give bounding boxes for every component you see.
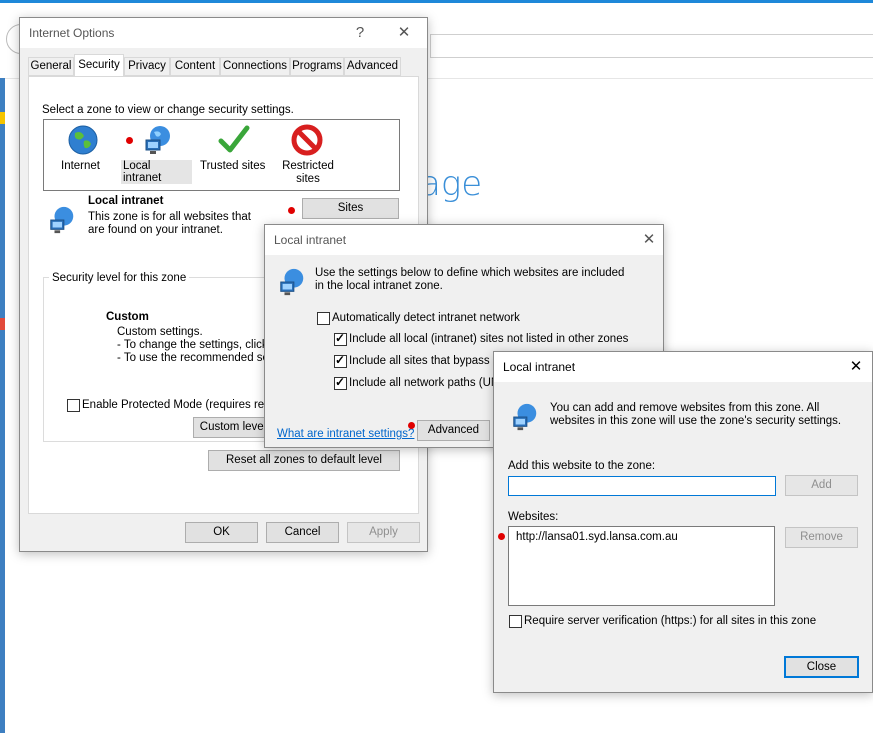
ok-button[interactable]: OK — [185, 522, 258, 543]
protected-mode-label: Enable Protected Mode (requires resta — [82, 399, 280, 411]
include-unc-label: Include all network paths (UNC — [349, 377, 508, 389]
intranet-globe-icon — [280, 268, 304, 296]
tab-advanced[interactable]: Advanced — [344, 57, 401, 76]
include-local-checkbox[interactable] — [334, 331, 347, 346]
tab-content[interactable]: Content — [170, 57, 220, 76]
close-button[interactable]: ✕ — [842, 356, 870, 378]
desktop-icon-sliver — [0, 318, 5, 330]
zone-label: Local intranet — [121, 160, 192, 184]
security-level-label: Security level for this zone — [49, 272, 190, 284]
custom-line: Custom settings. — [117, 326, 203, 338]
require-https-checkbox[interactable] — [509, 615, 522, 628]
zone-internet[interactable]: Internet — [52, 124, 112, 184]
auto-detect-checkbox[interactable] — [317, 312, 330, 325]
annotation-dot — [288, 207, 295, 214]
zone-label: Internet — [61, 160, 100, 172]
zone-local-intranet[interactable]: Local intranet — [120, 124, 192, 184]
address-bar[interactable] — [430, 34, 873, 58]
intranet-globe-icon — [50, 206, 74, 234]
protected-mode-checkbox[interactable] — [67, 399, 80, 412]
desktop-edge — [0, 78, 5, 733]
require-https-label: Require server verification (https:) for… — [524, 615, 817, 627]
selected-zone-description: This zone is for all websites that are f… — [88, 211, 251, 236]
apply-button[interactable]: Apply — [347, 522, 420, 543]
auto-detect-label: Automatically detect intranet network — [332, 312, 520, 324]
websites-label: Websites: — [508, 511, 559, 523]
title-bar: Internet Options ? ✕ — [20, 18, 427, 48]
zone-list: Internet Local intranet Trusted sites Re… — [43, 119, 400, 191]
tab-general[interactable]: General — [28, 57, 74, 76]
restricted-icon — [291, 124, 323, 156]
tab-connections[interactable]: Connections — [220, 57, 290, 76]
tab-programs[interactable]: Programs — [290, 57, 344, 76]
zone-label: Restricted sites — [282, 160, 334, 185]
close-dialog-button[interactable]: Close — [784, 656, 859, 678]
intranet-globe-icon — [145, 126, 170, 154]
checkmark-icon — [218, 125, 250, 153]
dialog-description: Use the settings below to define which w… — [315, 267, 625, 292]
dialog-title: Local intranet — [274, 233, 347, 247]
sites-dialog: Local intranet ✕ You can add and remove … — [493, 351, 873, 693]
custom-line: - To change the settings, click C — [117, 339, 280, 351]
include-unc-checkbox[interactable] — [334, 375, 347, 390]
dialog-description: You can add and remove websites from thi… — [550, 402, 842, 427]
reset-zones-button[interactable]: Reset all zones to default level — [208, 450, 400, 471]
add-website-label: Add this website to the zone: — [508, 460, 656, 472]
intranet-globe-icon — [513, 403, 537, 431]
annotation-dot — [408, 422, 415, 429]
selected-zone-title: Local intranet — [88, 195, 164, 207]
custom-line: - To use the recommended sett — [117, 352, 276, 364]
include-bypass-label: Include all sites that bypass th — [349, 355, 503, 367]
remove-button[interactable]: Remove — [785, 527, 858, 548]
desktop-icon-sliver — [0, 112, 5, 124]
custom-title: Custom — [106, 311, 149, 323]
title-bar: Local intranet ✕ — [494, 352, 872, 382]
close-button[interactable]: ✕ — [390, 22, 418, 44]
window-title: Internet Options — [29, 26, 115, 40]
zone-label: Trusted sites — [200, 160, 266, 172]
intranet-settings-link[interactable]: What are intranet settings? — [277, 428, 414, 440]
annotation-dot — [498, 533, 505, 540]
tab-security[interactable]: Security — [74, 54, 124, 76]
add-button[interactable]: Add — [785, 475, 858, 496]
advanced-button[interactable]: Advanced — [417, 420, 490, 441]
include-bypass-checkbox[interactable] — [334, 353, 347, 368]
list-item[interactable]: http://lansa01.syd.lansa.com.au — [516, 531, 678, 543]
include-local-label: Include all local (intranet) sites not l… — [349, 333, 629, 345]
cancel-button[interactable]: Cancel — [266, 522, 339, 543]
tab-privacy[interactable]: Privacy — [124, 57, 170, 76]
zone-trusted-sites[interactable]: Trusted sites — [198, 124, 268, 184]
title-bar: Local intranet ✕ — [265, 225, 663, 255]
custom-level-button[interactable]: Custom level — [193, 417, 273, 438]
close-button[interactable]: ✕ — [635, 229, 663, 251]
globe-icon — [68, 125, 98, 155]
background-page-heading: age — [420, 164, 483, 204]
zone-prompt: Select a zone to view or change security… — [42, 104, 294, 116]
websites-list[interactable]: http://lansa01.syd.lansa.com.au — [508, 526, 775, 606]
add-website-input[interactable] — [508, 476, 776, 496]
help-button[interactable]: ? — [346, 22, 374, 44]
sites-button[interactable]: Sites — [302, 198, 399, 219]
zone-restricted-sites[interactable]: Restricted sites — [276, 124, 340, 186]
dialog-title: Local intranet — [503, 360, 576, 374]
